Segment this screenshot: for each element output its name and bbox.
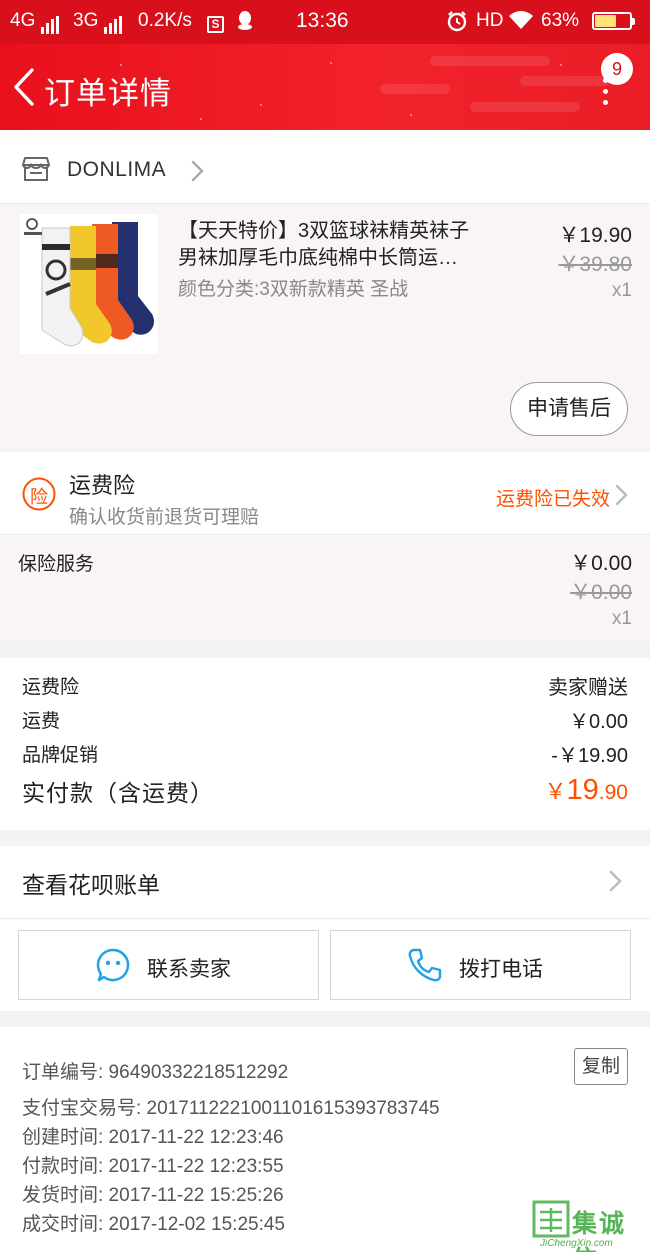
summary-value-promotion: -￥19.90 xyxy=(551,745,628,767)
shipping-insurance-row[interactable]: 险 运费险 确认收货前退货可理赔 运费险已失效 xyxy=(0,452,650,534)
qq-icon xyxy=(236,10,254,36)
chevron-right-icon xyxy=(615,484,628,506)
message-count-badge[interactable]: 9 xyxy=(601,53,633,85)
product-image[interactable] xyxy=(20,214,158,354)
price-summary: 运费险 卖家赠送 运费 ￥0.00 品牌促销 -￥19.90 实付款（含运费） … xyxy=(0,658,650,830)
copy-order-number-button[interactable]: 复制 xyxy=(574,1048,628,1085)
created-time: 创建时间: 2017-11-22 12:23:46 xyxy=(22,1127,284,1148)
total-amount: ￥19.90 xyxy=(544,774,628,806)
huabei-bill-row[interactable]: 查看花呗账单 xyxy=(0,846,650,918)
summary-value-shipping: ￥0.00 xyxy=(569,711,628,733)
insurance-subtitle: 确认收货前退货可理赔 xyxy=(69,507,260,528)
watermark-url: JiChengXin.com xyxy=(540,1238,613,1249)
huabei-bill-label[interactable]: 查看花呗账单 xyxy=(22,866,160,900)
shipped-time: 发货时间: 2017-11-22 15:25:26 xyxy=(22,1185,284,1206)
service-label: 保险服务 xyxy=(18,554,95,575)
product-original-price: ￥39.80 xyxy=(558,253,632,276)
header-bar: 订单详情 xyxy=(0,44,650,130)
insurance-icon: 险 xyxy=(22,477,56,511)
contact-actions: 联系卖家 拨打电话 xyxy=(0,919,650,1011)
signal-icon xyxy=(103,12,124,34)
chat-bubble-icon xyxy=(96,948,130,982)
insurance-status: 运费险已失效 xyxy=(495,489,610,510)
insurance-service-item: 保险服务 ￥0.00 ￥0.00 x1 xyxy=(0,535,650,641)
summary-label-promotion: 品牌促销 xyxy=(22,745,99,766)
status-bar: 4G 3G 0.2K/s S 13:36 HD 63% xyxy=(0,0,650,44)
page-title: 订单详情 xyxy=(44,76,172,111)
product-quantity: x1 xyxy=(611,280,632,301)
product-title-line-2: 男袜加厚毛巾底纯棉中长筒运… xyxy=(178,247,458,269)
signal-icon xyxy=(40,12,61,34)
total-label: 实付款（含运费） xyxy=(22,780,214,806)
chevron-right-icon xyxy=(191,160,204,182)
after-sale-button[interactable]: 申请售后 xyxy=(510,382,628,436)
product-title-line-1: 【天天特价】3双篮球袜精英袜子 xyxy=(178,220,470,242)
battery-percent: 63% xyxy=(541,10,580,31)
store-name[interactable]: DONLIMA xyxy=(67,158,166,182)
store-row[interactable]: DONLIMA xyxy=(0,130,650,204)
paid-time: 付款时间: 2017-11-22 12:23:55 xyxy=(22,1156,284,1177)
completed-time: 成交时间: 2017-12-02 15:25:45 xyxy=(22,1214,285,1235)
alarm-icon xyxy=(446,10,468,38)
product-sku: 颜色分类:3双新款精英 圣战 xyxy=(178,279,409,300)
insurance-title: 运费险 xyxy=(69,473,136,498)
contact-seller-button[interactable]: 联系卖家 xyxy=(18,930,319,1000)
hd-indicator: HD xyxy=(476,10,504,31)
order-number: 订单编号: 96490332218512292 xyxy=(22,1062,289,1083)
battery-icon xyxy=(592,11,635,33)
call-phone-button[interactable]: 拨打电话 xyxy=(330,930,631,1000)
contact-seller-label: 联系卖家 xyxy=(147,958,231,981)
clock: 13:36 xyxy=(296,9,349,32)
chevron-right-icon xyxy=(609,870,622,892)
phone-icon xyxy=(408,948,442,982)
network-3g: 3G xyxy=(73,10,124,34)
summary-label-insurance: 运费险 xyxy=(22,677,80,698)
summary-label-shipping: 运费 xyxy=(22,711,61,732)
product-price: ￥19.90 xyxy=(558,224,632,247)
s-app-icon: S xyxy=(207,10,224,33)
call-phone-label: 拨打电话 xyxy=(459,958,543,981)
service-original-price: ￥0.00 xyxy=(570,581,632,604)
product-title[interactable]: 【天天特价】3双篮球袜精英袜子 男袜加厚毛巾底纯棉中长筒运… xyxy=(178,218,508,272)
product-item[interactable]: 【天天特价】3双篮球袜精英袜子 男袜加厚毛巾底纯棉中长筒运… 颜色分类:3双新款… xyxy=(0,204,650,450)
back-arrow-icon[interactable] xyxy=(10,66,40,108)
wifi-icon xyxy=(507,9,535,37)
network-4g: 4G xyxy=(10,10,61,34)
service-quantity: x1 xyxy=(611,608,632,629)
summary-value-insurance: 卖家赠送 xyxy=(548,677,628,699)
network-speed: 0.2K/s xyxy=(138,10,192,31)
store-icon xyxy=(22,157,50,181)
service-price: ￥0.00 xyxy=(570,552,632,575)
alipay-transaction-number: 支付宝交易号: 2017112221001101615393783745 xyxy=(22,1098,440,1119)
